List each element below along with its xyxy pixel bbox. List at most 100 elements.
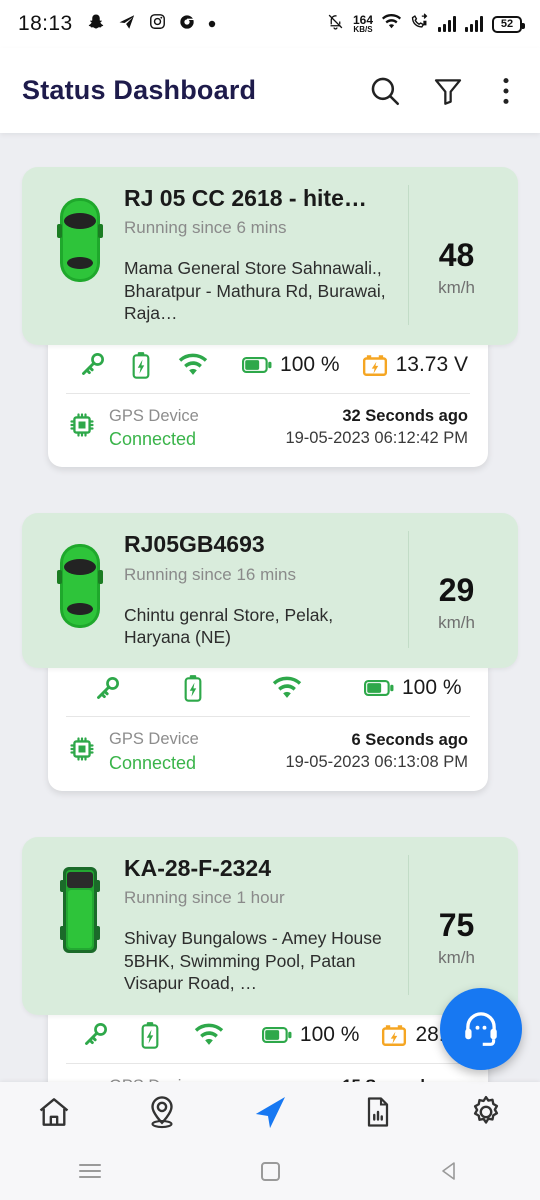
nav-location-pin-icon[interactable]	[126, 1084, 198, 1140]
vehicle-address: Shivay Bungalows - Amey House 5BHK, Swim…	[124, 928, 382, 994]
battery-percent-value: 52	[500, 18, 514, 30]
vehicle-address: Mama General Store Sahnawali., Bharatpur…	[124, 258, 386, 324]
gps-device-info: GPS Device Connected	[68, 1075, 199, 1082]
wifi-icon	[165, 353, 220, 377]
car-top-green-icon	[36, 531, 124, 641]
gps-datetime: 19-05-2023 06:13:08 PM	[285, 753, 468, 772]
vehicle-speed: 48 km/h	[408, 185, 504, 325]
gps-device-status: Connected	[109, 428, 197, 449]
vehicle-status-panel[interactable]: 100 % GPS Device Connected 6 Seconds ago…	[48, 654, 488, 791]
wifi-icon	[240, 676, 334, 700]
gps-device-row: GPS Device Connected 15 Seconds ago 19-0…	[64, 1064, 472, 1082]
gps-device-status: Connected	[109, 752, 197, 773]
battery-vertical-icon	[123, 1021, 178, 1049]
vehicle-summary-panel[interactable]: RJ 05 CC 2618 - hite… Running since 6 mi…	[22, 167, 518, 345]
battery-level-indicator: 100 %	[364, 676, 462, 700]
speed-unit: km/h	[438, 613, 475, 633]
support-fab-button[interactable]	[440, 988, 522, 1070]
ignition-key-icon	[68, 675, 146, 702]
vehicle-running-since: Running since 16 mins	[124, 564, 296, 584]
nav-settings-gear-icon[interactable]	[450, 1084, 522, 1140]
recents-lines	[79, 1160, 101, 1182]
nav-navigation-arrow-icon[interactable]	[234, 1084, 306, 1140]
vehicle-card[interactable]: RJ 05 CC 2618 - hite… Running since 6 mi…	[0, 167, 540, 468]
app-bar: Status Dashboard	[0, 48, 540, 133]
nav-report-chart-icon[interactable]	[342, 1084, 414, 1140]
nav-home-icon[interactable]	[18, 1084, 90, 1140]
gps-device-info: GPS Device Connected	[68, 405, 199, 452]
vehicle-info: RJ05GB4693 Running since 16 mins Chintu …	[124, 531, 408, 648]
battery-level-indicator: 100 %	[242, 353, 340, 377]
home-square-shape	[260, 1161, 280, 1181]
vehicle-card[interactable]: RJ05GB4693 Running since 16 mins Chintu …	[0, 513, 540, 791]
home-square-icon[interactable]	[225, 1150, 315, 1192]
gps-relative-time: 6 Seconds ago	[351, 731, 468, 750]
gps-device-row: GPS Device Connected 32 Seconds ago 19-0…	[64, 394, 472, 456]
vehicle-speed: 29 km/h	[408, 531, 504, 649]
car-top-green-icon	[36, 185, 124, 295]
vehicle-status-panel[interactable]: 100 % 13.73 V GPS Device Connected 32 Se…	[48, 330, 488, 468]
speed-unit: km/h	[438, 948, 475, 968]
vehicle-info: KA-28-F-2324 Running since 1 hour Shivay…	[124, 855, 408, 995]
truck-top-green-icon	[36, 855, 124, 965]
vehicle-title: KA-28-F-2324	[124, 854, 271, 881]
recents-icon[interactable]	[45, 1150, 135, 1192]
battery-level-value: 100 %	[402, 676, 462, 700]
bottom-navigation-bar	[0, 1082, 540, 1142]
battery-vertical-icon	[146, 674, 240, 703]
call-forward-icon	[410, 13, 429, 35]
gps-device-info: GPS Device Connected	[68, 728, 199, 775]
battery-vertical-icon	[117, 351, 166, 379]
battery-level-indicator: 100 %	[261, 1023, 359, 1047]
system-status-bar: 18:13 164 KB/S 52	[0, 0, 540, 48]
voltage-indicator: 13.73 V	[362, 353, 468, 377]
speed-unit: km/h	[438, 278, 475, 298]
telegram-icon	[118, 13, 136, 36]
vehicle-speed: 75 km/h	[408, 854, 504, 995]
phone-screen: 18:13 164 KB/S 52 Status Dashboard RJ 05…	[0, 0, 540, 1200]
chip-icon	[68, 411, 96, 444]
gps-device-row: GPS Device Connected 6 Seconds ago 19-05…	[64, 717, 472, 779]
speed-value: 48	[438, 237, 475, 274]
gps-relative-time: 32 Seconds ago	[342, 407, 468, 426]
vehicle-title: RJ 05 CC 2618 - hite…	[124, 185, 367, 211]
gps-device-label: GPS Device	[109, 1075, 199, 1082]
vehicle-running-since: Running since 6 mins	[124, 218, 287, 238]
dot-icon	[208, 15, 216, 33]
vehicle-summary-panel[interactable]: RJ05GB4693 Running since 16 mins Chintu …	[22, 513, 518, 669]
back-triangle-icon[interactable]	[405, 1150, 495, 1192]
battery-level-value: 100 %	[280, 352, 340, 376]
more-vert-icon[interactable]	[494, 76, 518, 106]
vehicle-list-scroll[interactable]: RJ 05 CC 2618 - hite… Running since 6 mi…	[0, 133, 540, 1082]
app-bar-actions	[368, 74, 518, 108]
android-system-nav	[0, 1142, 540, 1200]
support-headset-icon	[460, 1006, 502, 1053]
signal-bars-icon	[465, 16, 483, 32]
vehicle-running-since: Running since 1 hour	[124, 888, 285, 908]
network-speed-indicator: 164 KB/S	[353, 14, 373, 34]
vehicle-info: RJ 05 CC 2618 - hite… Running since 6 mi…	[124, 185, 408, 325]
status-bar-clock: 18:13	[18, 12, 73, 35]
gps-timestamp: 32 Seconds ago 19-05-2023 06:12:42 PM	[285, 407, 468, 448]
status-icon-row: 100 % 28.57	[64, 1015, 472, 1063]
network-speed-unit: KB/S	[353, 25, 373, 34]
gps-device-texts: GPS Device Connected	[109, 1075, 199, 1082]
filter-icon[interactable]	[432, 75, 464, 107]
gps-device-texts: GPS Device Connected	[109, 728, 199, 775]
ignition-key-icon	[68, 1021, 123, 1048]
chrome-icon	[179, 14, 195, 35]
vehicle-address: Chintu genral Store, Pelak, Haryana (NE)	[124, 604, 334, 647]
voltage-value: 13.73 V	[395, 352, 468, 376]
speed-value: 75	[438, 907, 475, 944]
status-icon-row: 100 %	[64, 668, 472, 716]
vehicle-summary-panel[interactable]: KA-28-F-2324 Running since 1 hour Shivay…	[22, 836, 518, 1015]
status-bar-app-icons	[87, 13, 216, 36]
page-title: Status Dashboard	[22, 75, 257, 105]
search-icon[interactable]	[368, 74, 402, 108]
battery-indicator: 52	[492, 15, 525, 33]
gps-timestamp: 6 Seconds ago 19-05-2023 06:13:08 PM	[285, 731, 468, 772]
gps-device-label: GPS Device	[109, 406, 199, 425]
gps-device-texts: GPS Device Connected	[109, 405, 199, 452]
gps-device-label: GPS Device	[109, 730, 199, 749]
signal-bars-icon	[438, 16, 456, 32]
